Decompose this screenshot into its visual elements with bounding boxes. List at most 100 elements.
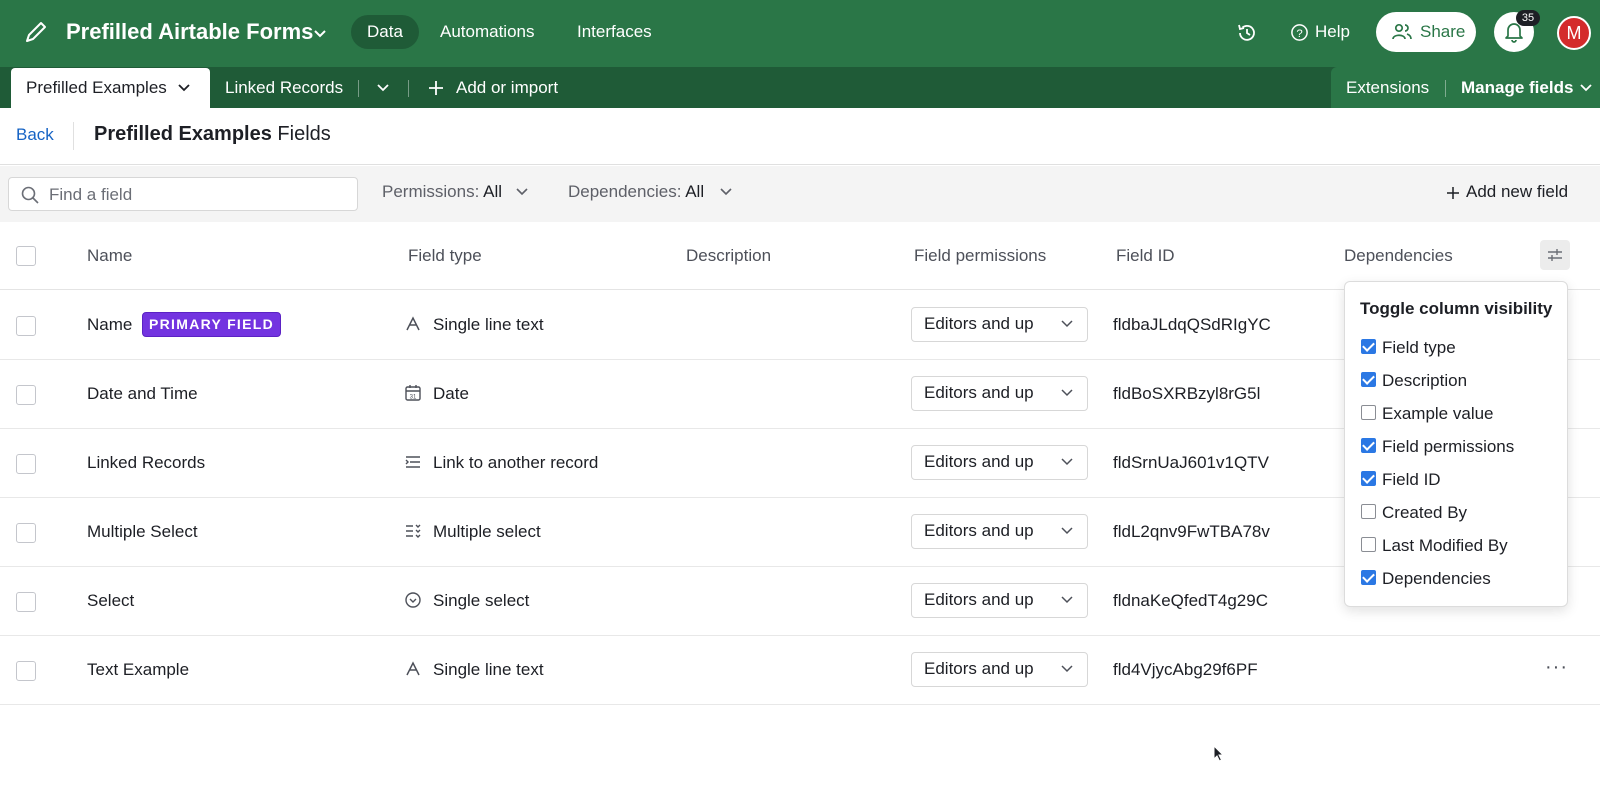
- avatar[interactable]: M: [1557, 16, 1591, 50]
- calendar-icon: 31: [405, 385, 421, 401]
- sliders-icon: [1548, 249, 1562, 261]
- dependencies-filter-value: All: [685, 182, 705, 201]
- users-icon: [1392, 23, 1412, 40]
- row-checkbox[interactable]: [16, 523, 36, 543]
- select-all-checkbox[interactable]: [16, 246, 36, 266]
- chevron-down-icon[interactable]: [312, 25, 328, 41]
- row-checkbox[interactable]: [16, 316, 36, 336]
- row-checkbox[interactable]: [16, 454, 36, 474]
- help-icon[interactable]: ?: [1290, 23, 1309, 42]
- nav-interfaces[interactable]: Interfaces: [561, 15, 668, 49]
- column-header-name[interactable]: Name: [87, 246, 132, 266]
- row-checkbox[interactable]: [16, 661, 36, 681]
- text-icon: [406, 661, 420, 676]
- tab-linked-records[interactable]: Linked Records: [225, 68, 343, 108]
- help-link[interactable]: Help: [1315, 22, 1350, 42]
- checkbox[interactable]: [1361, 339, 1376, 354]
- column-header-dependencies[interactable]: Dependencies: [1344, 246, 1453, 266]
- permission-select[interactable]: Editors and up: [911, 307, 1088, 342]
- permission-select[interactable]: Editors and up: [911, 583, 1088, 618]
- checkbox[interactable]: [1361, 438, 1376, 453]
- permission-value: Editors and up: [924, 383, 1034, 402]
- tab-divider: [1445, 80, 1446, 97]
- nav-automations[interactable]: Automations: [424, 15, 551, 49]
- checkbox[interactable]: [1361, 405, 1376, 420]
- tab-divider: [408, 80, 409, 97]
- plus-icon[interactable]: [428, 80, 444, 96]
- column-visibility-popover: Toggle column visibility Field type Desc…: [1344, 281, 1568, 607]
- chevron-down-icon[interactable]: [1580, 83, 1592, 93]
- field-id: fldSrnUaJ601v1QTV: [1113, 453, 1269, 472]
- checkbox[interactable]: [1361, 504, 1376, 519]
- column-header-field-type[interactable]: Field type: [408, 246, 482, 266]
- field-name: Multiple Select: [87, 522, 198, 541]
- svg-text:31: 31: [410, 395, 417, 401]
- column-header-description[interactable]: Description: [686, 246, 771, 266]
- chevron-down-icon[interactable]: [516, 187, 528, 197]
- permission-select[interactable]: Editors and up: [911, 445, 1088, 480]
- chevron-down-icon[interactable]: [720, 187, 732, 197]
- manage-fields-button[interactable]: Manage fields: [1461, 68, 1573, 108]
- field-type-label: Single line text: [433, 315, 544, 334]
- tab-prefilled-examples[interactable]: Prefilled Examples: [11, 68, 210, 108]
- field-id: fldL2qnv9FwTBA78v: [1113, 522, 1270, 541]
- permission-select[interactable]: Editors and up: [911, 652, 1088, 687]
- field-id: fldnaKeQfedT4g29C: [1113, 591, 1268, 610]
- chevron-down-icon: [1061, 596, 1073, 604]
- primary-field-badge: PRIMARY FIELD: [142, 312, 282, 337]
- permission-select[interactable]: Editors and up: [911, 376, 1088, 411]
- single-select-icon: [405, 592, 421, 608]
- permission-select[interactable]: Editors and up: [911, 514, 1088, 549]
- chevron-down-icon[interactable]: [178, 83, 190, 93]
- field-name: Date and Time: [87, 384, 198, 403]
- multi-select-icon: [406, 524, 421, 538]
- field-id: fld4VjycAbg29f6PF: [1113, 660, 1258, 679]
- permission-value: Editors and up: [924, 659, 1034, 678]
- column-visibility-button[interactable]: [1540, 240, 1570, 270]
- field-type-label: Single select: [433, 591, 530, 610]
- pencil-icon[interactable]: [22, 18, 50, 46]
- permissions-filter[interactable]: Permissions: All: [382, 182, 502, 202]
- checkbox[interactable]: [1361, 570, 1376, 585]
- chevron-down-icon: [1061, 320, 1073, 328]
- link-record-icon: [405, 456, 420, 468]
- checkbox[interactable]: [1361, 537, 1376, 552]
- base-title[interactable]: Prefilled Airtable Forms: [66, 19, 313, 45]
- fields-toolbar: Permissions: All Dependencies: All Add n…: [0, 166, 1600, 222]
- search-input[interactable]: [49, 184, 349, 206]
- dependencies-filter[interactable]: Dependencies: All: [568, 182, 704, 202]
- row-checkbox[interactable]: [16, 385, 36, 405]
- back-link[interactable]: Back: [16, 125, 54, 145]
- more-icon[interactable]: ···: [1545, 656, 1568, 679]
- page-title-table: Prefilled Examples: [94, 123, 272, 145]
- page-title: Prefilled Examples Fields: [94, 123, 331, 146]
- table-row[interactable]: Text Example Single line text Editors an…: [0, 636, 1600, 705]
- column-header-field-id[interactable]: Field ID: [1116, 246, 1175, 266]
- field-type-label: Single line text: [433, 660, 544, 679]
- add-or-import-button[interactable]: Add or import: [456, 68, 558, 108]
- extensions-button[interactable]: Extensions: [1346, 68, 1429, 108]
- page-title-suffix: Fields: [271, 123, 331, 145]
- add-new-field-button[interactable]: Add new field: [1466, 182, 1568, 202]
- share-label: Share: [1420, 22, 1466, 41]
- permission-value: Editors and up: [924, 590, 1034, 609]
- field-name: Text Example: [87, 660, 190, 679]
- field-type-label: Link to another record: [433, 453, 599, 472]
- chevron-down-icon: [1061, 665, 1073, 673]
- share-button[interactable]: Share: [1376, 12, 1476, 52]
- chevron-down-icon[interactable]: [377, 83, 389, 93]
- header-divider: [73, 122, 74, 150]
- option-label: Example value: [1382, 404, 1494, 423]
- chevron-down-icon: [1061, 458, 1073, 466]
- search-box[interactable]: [8, 177, 358, 211]
- row-checkbox[interactable]: [16, 592, 36, 612]
- plus-icon[interactable]: [1446, 186, 1460, 200]
- history-icon[interactable]: [1236, 22, 1258, 44]
- column-header-field-permissions[interactable]: Field permissions: [914, 246, 1046, 266]
- checkbox[interactable]: [1361, 471, 1376, 486]
- checkbox[interactable]: [1361, 372, 1376, 387]
- chevron-down-icon: [1061, 527, 1073, 535]
- permission-value: Editors and up: [924, 521, 1034, 540]
- notification-count-badge: 35: [1516, 10, 1540, 26]
- nav-data[interactable]: Data: [351, 15, 419, 49]
